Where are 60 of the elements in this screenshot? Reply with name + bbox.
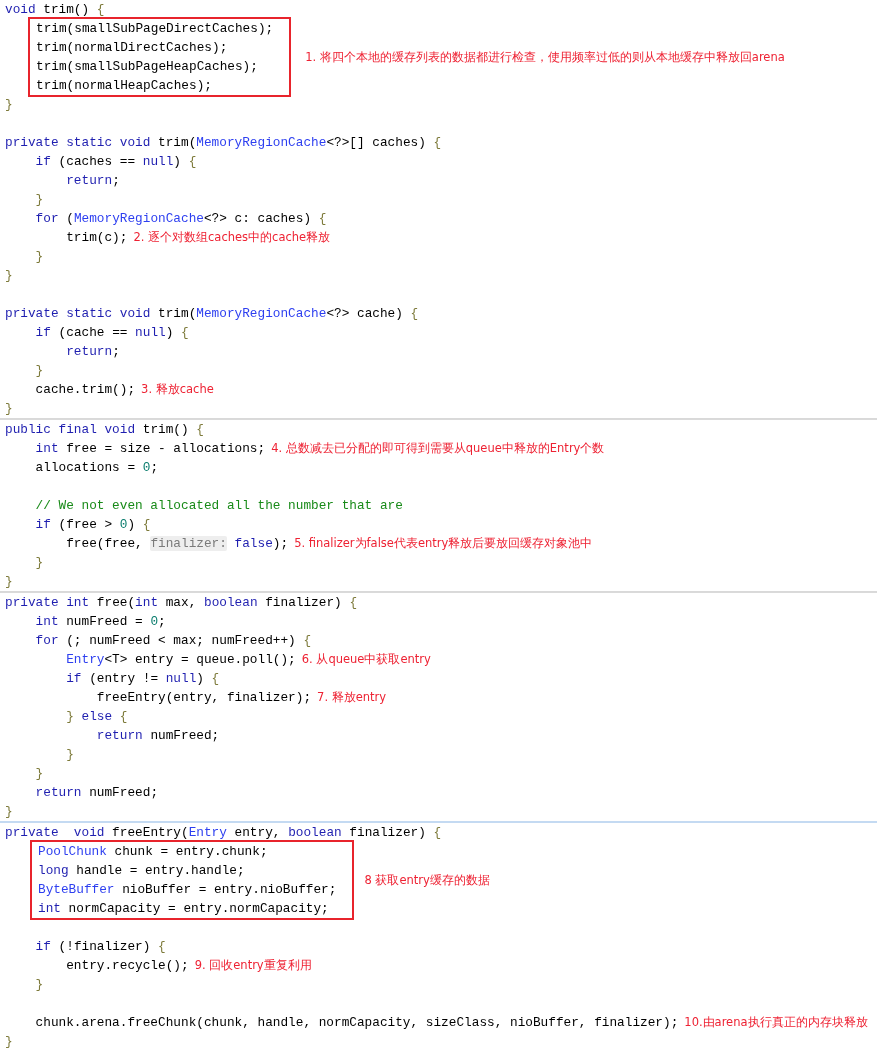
code-line: } — [5, 1033, 13, 1051]
annotation: 3. 释放cache — [141, 381, 214, 398]
code-line: private static void trim(MemoryRegionCache<?> cache) { — [5, 305, 419, 323]
code-line: cache.trim(); — [34, 381, 136, 399]
annotation: 2. 逐个对数组caches中的cache释放 — [133, 229, 331, 246]
code-line: freeEntry(entry, finalizer); — [95, 689, 312, 707]
code-line: } — [5, 400, 13, 418]
code-line: Entry<T> entry = queue.poll(); — [65, 651, 296, 669]
code-line: free(free, finalizer: false); — [65, 535, 289, 553]
code-line: void trim() { — [5, 1, 105, 19]
annotation: 5. finalizer为false代表entry释放后要放回缓存对象池中 — [294, 535, 593, 552]
code-line: private void freeEntry(Entry entry, boolean finalizer) { — [5, 824, 442, 842]
code-line: public final void trim() { — [5, 421, 204, 439]
code-line: } — [34, 362, 44, 380]
code-line: return numFreed; — [34, 784, 159, 802]
code-line: return numFreed; — [95, 727, 220, 745]
code-line: for (; numFreed < max; numFreed++) { — [34, 632, 312, 650]
code-line: private static void trim(MemoryRegionCache<?>[] caches) { — [5, 134, 442, 152]
code-line: for (MemoryRegionCache<?> c: caches) { — [34, 210, 327, 228]
annotation: 10.由arena执行真正的内存块释放 — [684, 1014, 868, 1031]
code-line: } — [34, 191, 44, 209]
code-line: int free = size - allocations; — [34, 440, 266, 458]
code-line: ByteBuffer nioBuffer = entry.nioBuffer; — [38, 881, 337, 899]
annotation: 4. 总数减去已分配的即可得到需要从queue中释放的Entry个数 — [271, 440, 605, 457]
code-line: int normCapacity = entry.normCapacity; — [38, 900, 330, 918]
code-line: if (!finalizer) { — [34, 938, 166, 956]
code-line: trim(c); — [65, 229, 128, 247]
code-line: } — [5, 803, 13, 821]
code-line: return; — [65, 343, 120, 361]
code-line: chunk.arena.freeChunk(chunk, handle, normCapacity, sizeClass, nioBuffer, finalizer); — [34, 1014, 679, 1032]
code-line: return; — [65, 172, 120, 190]
annotation: 6. 从queue中获取entry — [301, 651, 431, 668]
code-line: int numFreed = 0; — [34, 613, 166, 631]
code-line: } — [5, 267, 13, 285]
code-line: private int free(int max, boolean finalizer) { — [5, 594, 358, 612]
code-line: } — [65, 746, 74, 764]
code-line: } — [34, 976, 44, 994]
code-line: trim(smallSubPageDirectCaches); — [36, 20, 274, 38]
code-line: } — [5, 573, 13, 591]
code-line: // We not even allocated all the number that are — [34, 497, 403, 515]
code-line: } — [34, 765, 44, 783]
code-line: trim(normalDirectCaches); — [36, 39, 229, 57]
code-line: allocations = 0; — [34, 459, 159, 477]
annotation: 7. 释放entry — [317, 689, 387, 706]
code-line: } else { — [65, 708, 128, 726]
annotation: 8 获取entry缓存的数据 — [364, 871, 490, 889]
code-line: if (cache == null) { — [34, 324, 189, 342]
code-line: if (entry != null) { — [65, 670, 220, 688]
code-line: if (free > 0) { — [34, 516, 151, 534]
code-line: long handle = entry.handle; — [38, 862, 246, 880]
code-line: PoolChunk chunk = entry.chunk; — [38, 843, 269, 861]
code-line: trim(normalHeapCaches); — [36, 77, 213, 95]
code-line: if (caches == null) { — [34, 153, 197, 171]
code-line: } — [34, 248, 44, 266]
code-line: entry.recycle(); — [65, 957, 189, 975]
code-line: trim(smallSubPageHeapCaches); — [36, 58, 259, 76]
annotation: 9. 回收entry重复利用 — [194, 957, 312, 974]
code-line: } — [5, 96, 13, 114]
annotation: 1. 将四个本地的缓存列表的数据都进行检查，使用频率过低的则从本地缓存中释放回arena — [305, 48, 785, 66]
code-line: } — [34, 554, 44, 572]
